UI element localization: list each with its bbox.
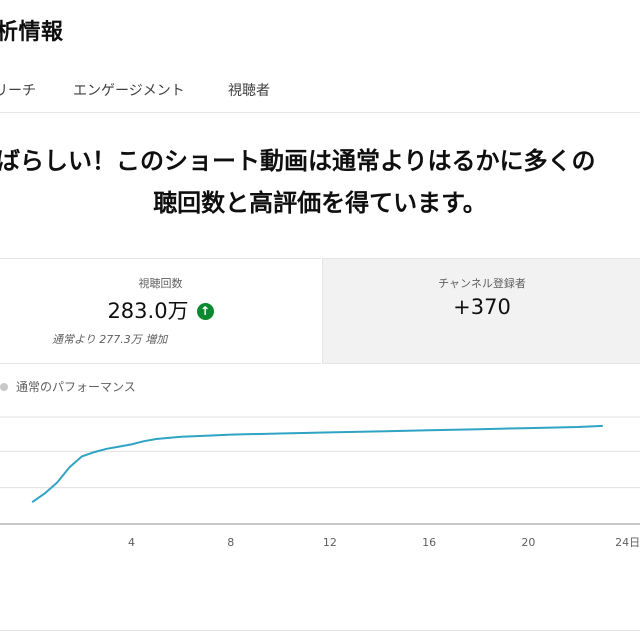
- views-line-chart: 4 8 12 16 20 24日: [0, 416, 640, 549]
- tab-engagement[interactable]: エンゲージメント: [73, 80, 185, 100]
- subscribers-label: チャンネル登録者: [438, 277, 526, 290]
- subscribers-value: +370: [453, 295, 511, 319]
- tab-reach[interactable]: リーチ: [0, 80, 36, 100]
- x-tick-label: 8: [227, 536, 234, 549]
- x-tick-label: 24日: [615, 536, 640, 549]
- x-tick-label: 4: [128, 536, 135, 549]
- legend-dot-icon: [0, 383, 8, 391]
- arrow-up-icon: ↑: [196, 303, 214, 320]
- views-series-line: [31, 424, 603, 504]
- views-comparison: 通常より 277.3万 増加: [52, 333, 168, 346]
- chart-legend: 通常のパフォーマンス: [0, 378, 136, 395]
- bottom-divider: [0, 630, 640, 631]
- views-metric-card[interactable]: 視聴回数 283.0万 ↑ 通常より 277.3万 増加: [0, 258, 321, 364]
- x-tick-label: 12: [323, 536, 337, 549]
- tab-divider: [0, 112, 640, 113]
- x-tick-label: 16: [422, 536, 436, 549]
- tab-audience[interactable]: 視聴者: [228, 80, 270, 100]
- views-value-row: 283.0万 ↑: [0, 295, 321, 325]
- x-tick-label: 20: [521, 536, 535, 549]
- views-label: 視聴回数: [138, 277, 183, 290]
- subscribers-metric-card[interactable]: チャンネル登録者 +370: [322, 258, 640, 364]
- views-value: 283.0万: [107, 299, 189, 323]
- legend-label: 通常のパフォーマンス: [16, 380, 136, 394]
- page-title: 析情報: [0, 20, 64, 45]
- headline-line-2: 聴回数と高評価を得ています。: [153, 189, 487, 217]
- performance-headline: ばらしい！このショート動画は通常よりはるかに多くの 聴回数と高評価を得ています。: [0, 140, 640, 224]
- headline-line-1: ばらしい！このショート動画は通常よりはるかに多くの: [0, 147, 596, 175]
